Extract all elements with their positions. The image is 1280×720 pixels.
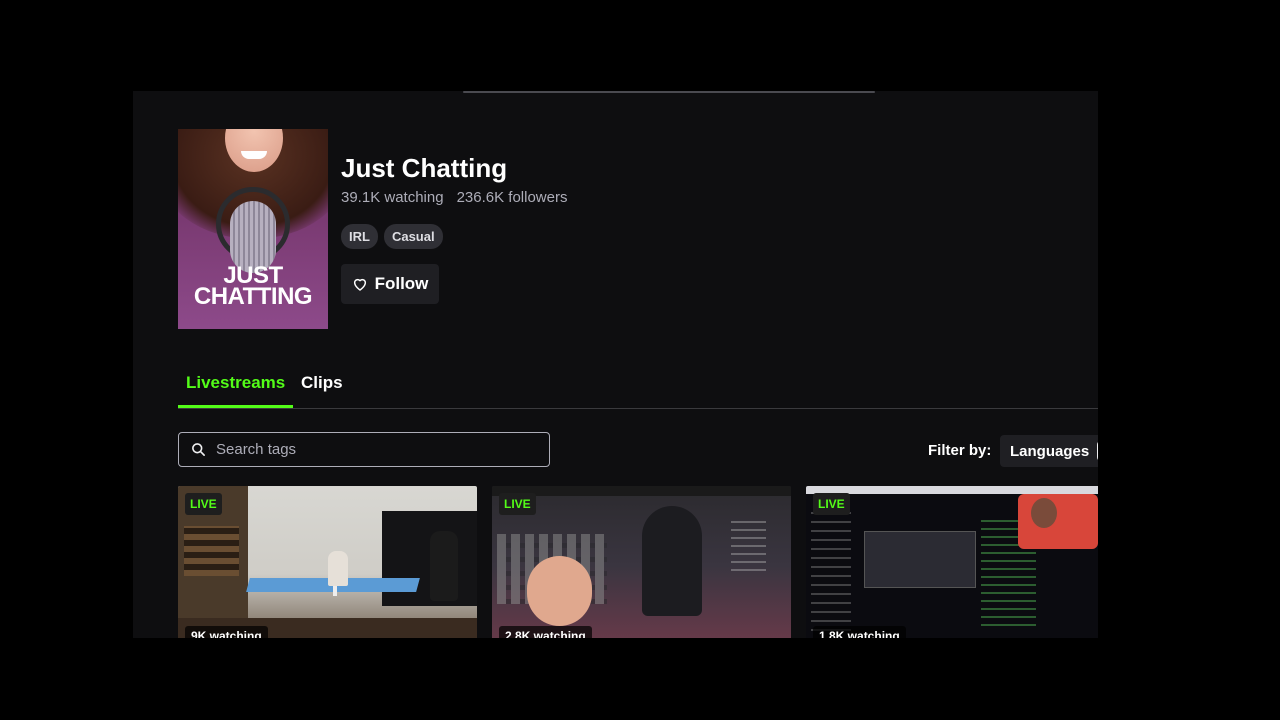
search-icon	[192, 443, 205, 456]
cover-title: JUST CHATTING	[193, 262, 313, 310]
viewer-count: 9K watching	[185, 626, 268, 638]
top-divider	[463, 91, 875, 93]
stream-card[interactable]: LIVE 9K watching	[178, 486, 477, 638]
follow-button[interactable]: Follow	[341, 264, 439, 304]
viewer-count: 1.8K watching	[813, 626, 906, 638]
languages-filter-button[interactable]: Languages	[1000, 435, 1098, 467]
stream-card[interactable]: LIVE 1.8K watching	[806, 486, 1098, 638]
category-cover-image: JUST CHATTING	[178, 129, 328, 329]
live-badge: LIVE	[813, 493, 850, 515]
tag-casual[interactable]: Casual	[383, 224, 443, 249]
tag-irl[interactable]: IRL	[341, 224, 378, 249]
tab-bar: Livestreams Clips	[178, 369, 1098, 409]
stream-card[interactable]: LIVE 2.8K watching	[492, 486, 791, 638]
viewer-count: 2.8K watching	[499, 626, 592, 638]
watching-count: 39.1K watching	[341, 189, 444, 206]
category-page: JUST CHATTING Just Chatting 39.1K watchin…	[133, 91, 1098, 638]
search-tags-input[interactable]	[214, 440, 538, 459]
live-badge: LIVE	[185, 493, 222, 515]
active-tab-indicator	[178, 405, 293, 408]
game-character	[642, 506, 702, 616]
streamer-webcam	[1018, 494, 1098, 549]
tab-clips[interactable]: Clips	[301, 373, 343, 393]
heart-icon	[353, 278, 366, 291]
followers-count: 236.6K followers	[456, 189, 568, 206]
languages-label: Languages	[1010, 442, 1090, 460]
streamer-webcam	[527, 556, 592, 626]
tab-livestreams[interactable]: Livestreams	[186, 373, 285, 393]
search-tags-box[interactable]	[178, 432, 550, 467]
languages-dropdown-icon	[1097, 440, 1098, 462]
live-badge: LIVE	[499, 493, 536, 515]
follow-label: Follow	[374, 274, 429, 293]
category-stats: 39.1K watching 236.6K followers	[341, 189, 567, 206]
category-title: Just Chatting	[341, 153, 508, 183]
filter-label: Filter by:	[928, 442, 992, 459]
category-tags: IRL Casual	[341, 224, 443, 249]
